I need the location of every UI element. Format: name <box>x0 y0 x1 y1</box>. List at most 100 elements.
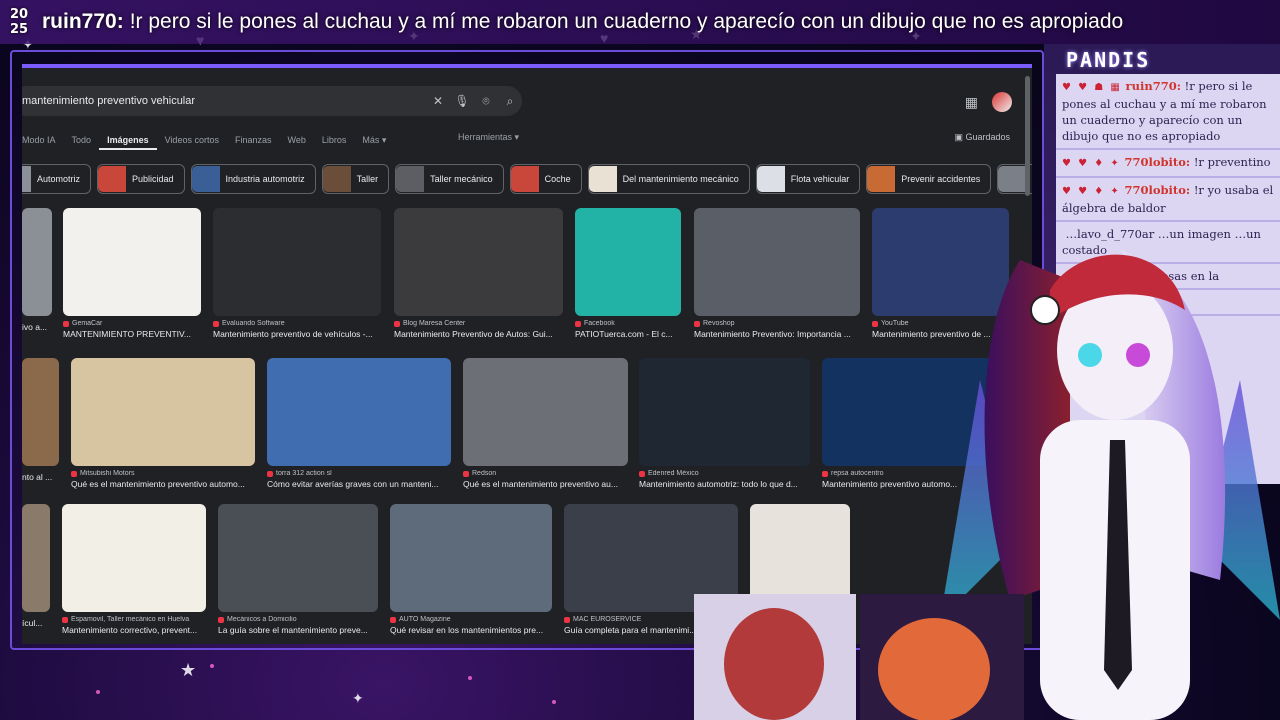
result-source: AUTO Magazine <box>390 616 552 623</box>
result-title[interactable]: PATIOTuerca.com - El c... <box>575 329 681 339</box>
account-avatar[interactable] <box>992 92 1012 112</box>
image-result[interactable]: Blog Maresa Center Mantenimiento Preventi… <box>394 208 563 339</box>
chip-thumbnail <box>98 166 127 192</box>
result-thumbnail[interactable] <box>22 504 50 612</box>
image-result[interactable]: ivo a... <box>22 208 52 332</box>
favicon-icon <box>564 616 570 623</box>
image-result[interactable]: AUTO Magazine Qué revisar en los mantenim… <box>390 504 552 635</box>
result-title[interactable]: Mantenimiento preventivo de vehículos -.… <box>213 329 381 339</box>
result-thumbnail[interactable] <box>394 208 563 316</box>
result-title[interactable]: Cómo evitar averías graves con un manten… <box>267 479 451 489</box>
related-chip[interactable]: Publicidad <box>97 164 185 194</box>
result-title[interactable]: Mantenimiento automotriz: todo lo que d.… <box>639 479 810 489</box>
favicon-icon <box>575 320 581 327</box>
image-result[interactable]: Facebook PATIOTuerca.com - El c... <box>575 208 681 339</box>
lens-icon[interactable]: ⌾ <box>474 94 498 109</box>
result-title[interactable]: Mantenimiento correctivo, prevent... <box>62 625 206 635</box>
result-source: Mecánicos a Domicilio <box>218 616 378 623</box>
chat-logo: PANDIS <box>1066 48 1151 72</box>
result-thumbnail[interactable] <box>639 358 810 466</box>
related-chip[interactable]: Del mantenimiento mecánico <box>587 164 750 194</box>
related-chip[interactable]: Taller mecánico <box>395 164 504 194</box>
result-thumbnail[interactable] <box>390 504 552 612</box>
favicon-icon <box>218 616 224 623</box>
image-result[interactable]: ícul... <box>22 504 50 628</box>
eye-right <box>1126 343 1150 367</box>
favicon-icon <box>639 470 645 477</box>
related-chip[interactable]: Coche <box>509 164 582 194</box>
result-thumbnail[interactable] <box>267 358 451 466</box>
tab-mas-label: Más <box>362 135 380 145</box>
result-source-label: MAC EUROSERVICE <box>573 616 642 623</box>
tab-libros[interactable]: Libros <box>314 132 355 148</box>
result-title[interactable]: nto al ... <box>22 472 59 482</box>
related-chip[interactable]: Automotriz <box>22 164 92 194</box>
tab-finanzas[interactable]: Finanzas <box>227 132 280 148</box>
tab-videos-cortos[interactable]: Videos cortos <box>157 132 227 148</box>
result-title[interactable]: Qué revisar en los mantenimientos pre... <box>390 625 552 635</box>
chat-text: !r preventino <box>1193 155 1271 169</box>
result-title[interactable]: ícul... <box>22 618 50 628</box>
tab-todo[interactable]: Todo <box>64 132 100 148</box>
result-thumbnail[interactable] <box>463 358 628 466</box>
scrollbar[interactable] <box>1025 76 1030 196</box>
tab-mas[interactable]: Más ▾ <box>354 132 394 148</box>
result-thumbnail[interactable] <box>22 358 59 466</box>
related-chip[interactable]: Prevenir accidentes <box>866 164 992 194</box>
tools-button[interactable]: Herramientas ▾ <box>458 132 519 143</box>
search-input[interactable]: mantenimiento preventivo vehicular <box>22 95 426 107</box>
webcam-right-character <box>878 618 990 720</box>
tab-modo-ia[interactable]: Modo IA <box>22 132 64 148</box>
result-source: Mitsubishi Motors <box>71 470 255 477</box>
result-title[interactable]: ivo a... <box>22 322 52 332</box>
result-source: Redson <box>463 470 628 477</box>
image-result[interactable]: nto al ... <box>22 358 59 482</box>
chip-label: Publicidad <box>132 174 174 184</box>
chip-thumbnail <box>322 166 351 192</box>
result-thumbnail[interactable] <box>71 358 255 466</box>
result-title[interactable]: Qué es el mantenimiento preventivo au... <box>463 479 628 489</box>
related-chip[interactable]: Flota vehicular <box>755 164 861 194</box>
apps-grid-icon[interactable]: ▦ <box>965 94 978 111</box>
result-title[interactable]: La guía sobre el mantenimiento preve... <box>218 625 378 635</box>
result-thumbnail[interactable] <box>22 208 52 316</box>
search-bar[interactable]: mantenimiento preventivo vehicular ✕ 🎙 ⌾… <box>22 86 522 116</box>
image-result[interactable]: Revoshop Mantenimiento Preventivo: Import… <box>694 208 860 339</box>
chip-thumbnail <box>756 166 785 192</box>
result-title[interactable]: Qué es el mantenimiento preventivo autom… <box>71 479 255 489</box>
search-icon[interactable]: ⌕ <box>498 94 522 109</box>
image-result[interactable]: Espamovil, Taller mecánico en Huelva Mant… <box>62 504 206 635</box>
result-source: Blog Maresa Center <box>394 320 563 327</box>
image-result[interactable]: torra 312 action sl Cómo evitar averías g… <box>267 358 451 489</box>
result-title[interactable]: MANTENIMIENTO PREVENTIV... <box>63 329 201 339</box>
image-result[interactable]: GemaCar MANTENIMIENTO PREVENTIV... <box>63 208 201 339</box>
image-result[interactable]: Edenred México Mantenimiento automotriz: … <box>639 358 810 489</box>
image-result[interactable]: Mitsubishi Motors Qué es el mantenimiento… <box>71 358 255 489</box>
image-result[interactable]: Mecánicos a Domicilio La guía sobre el ma… <box>218 504 378 635</box>
result-thumbnail[interactable] <box>62 504 206 612</box>
chat-username: ruin770: <box>1125 79 1181 93</box>
saved-label: Guardados <box>965 132 1010 142</box>
related-chip[interactable]: Taller <box>321 164 390 194</box>
favicon-icon <box>267 470 273 477</box>
clear-icon[interactable]: ✕ <box>426 94 450 108</box>
related-chip[interactable]: Industria automotriz <box>190 164 316 194</box>
result-title[interactable]: Mantenimiento Preventivo: Importancia ..… <box>694 329 860 339</box>
saved-button[interactable]: ▣ Guardados <box>954 132 1010 143</box>
skull-hairclip <box>1030 295 1060 325</box>
result-source-label: Blog Maresa Center <box>403 320 466 327</box>
image-result[interactable]: Evaluando Software Mantenimiento preventi… <box>213 208 381 339</box>
result-thumbnail[interactable] <box>63 208 201 316</box>
tab-imagenes[interactable]: Imágenes <box>99 132 157 150</box>
tab-web[interactable]: Web <box>280 132 314 148</box>
chat-badges: ♥ ♥ ♦ ✦ <box>1062 186 1121 197</box>
browser-window: mantenimiento preventivo vehicular ✕ 🎙 ⌾… <box>22 64 1032 644</box>
favicon-icon <box>694 320 700 327</box>
microphone-icon[interactable]: 🎙 <box>450 94 474 108</box>
result-thumbnail[interactable] <box>218 504 378 612</box>
result-thumbnail[interactable] <box>694 208 860 316</box>
result-thumbnail[interactable] <box>213 208 381 316</box>
result-title[interactable]: Mantenimiento Preventivo de Autos: Gui..… <box>394 329 563 339</box>
result-thumbnail[interactable] <box>575 208 681 316</box>
image-result[interactable]: Redson Qué es el mantenimiento preventivo… <box>463 358 628 489</box>
